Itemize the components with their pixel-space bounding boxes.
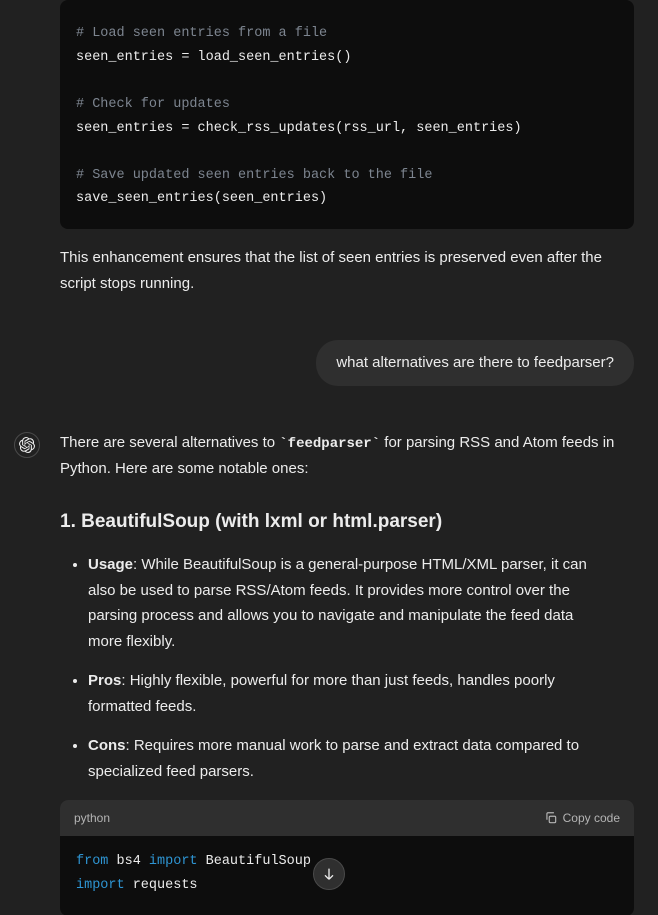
inline-code-feedparser: `feedparser` [279, 436, 380, 452]
list-item: Cons: Requires more manual work to parse… [88, 733, 606, 784]
copy-icon [544, 811, 558, 825]
code-content: from bs4 import BeautifulSoup import req… [60, 836, 634, 915]
code-block-top: # Load seen entries from a file seen_ent… [60, 0, 634, 229]
scroll-down-button[interactable] [313, 858, 345, 890]
list-item: Pros: Highly flexible, powerful for more… [88, 668, 606, 719]
bullet-list: Usage: While BeautifulSoup is a general-… [60, 552, 606, 784]
list-item: Usage: While BeautifulSoup is a general-… [88, 552, 606, 654]
code-header: python Copy code [60, 800, 634, 836]
assistant-avatar-icon [14, 432, 40, 458]
user-message: what alternatives are there to feedparse… [316, 340, 634, 386]
assistant-paragraph: This enhancement ensures that the list o… [60, 245, 634, 296]
code-language-label: python [74, 808, 110, 828]
arrow-down-icon [321, 866, 337, 882]
code-content: # Load seen entries from a file seen_ent… [60, 8, 634, 229]
section-heading-1: 1. BeautifulSoup (with lxml or html.pars… [60, 506, 634, 538]
assistant-intro: There are several alternatives to `feedp… [60, 430, 634, 482]
copy-code-button[interactable]: Copy code [544, 808, 620, 828]
code-block-bs4: python Copy code from bs4 import Beautif… [60, 800, 634, 915]
